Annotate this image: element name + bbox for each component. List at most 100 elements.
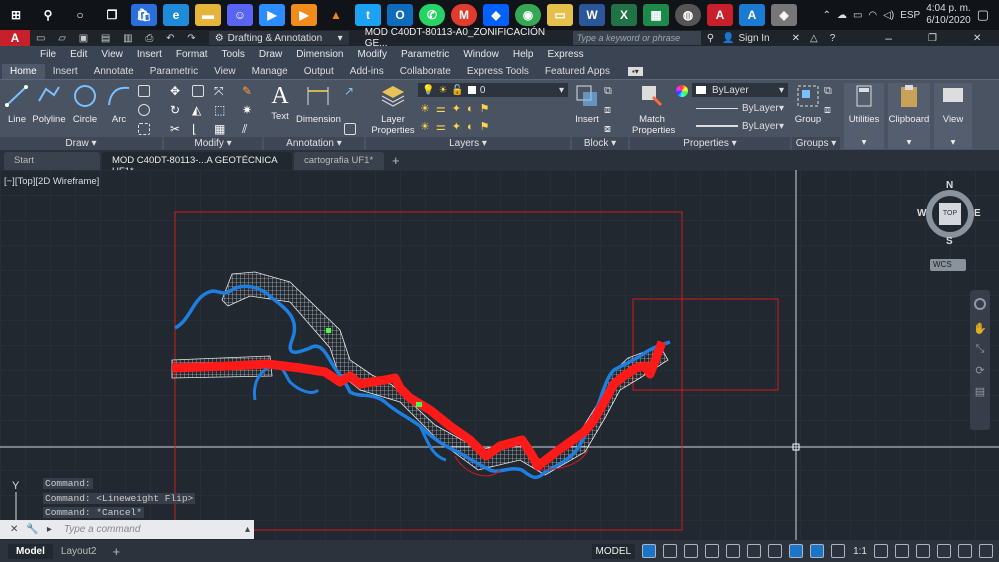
workspace-dropdown[interactable]: ⚙ Drafting & Annotation ▾ [208, 31, 349, 45]
dimension-button[interactable]: Dimension [296, 83, 341, 125]
properties-panel-label[interactable]: Properties ▾ [630, 137, 790, 150]
hatch-icon[interactable] [138, 104, 150, 116]
compass-west[interactable]: W [917, 208, 926, 219]
tab-insert[interactable]: Insert [45, 64, 86, 79]
ribbon-toggle-icon[interactable]: ▪▾ [627, 67, 643, 76]
tab-express-tools[interactable]: Express Tools [459, 64, 537, 79]
layer-properties-button[interactable]: Layer Properties [370, 83, 416, 136]
modify-panel-label[interactable]: Modify ▾ [164, 137, 262, 150]
offset-icon[interactable]: ⫽ [242, 123, 254, 135]
tab-cartografia[interactable]: cartografia UF1* [294, 152, 384, 170]
autoscale-icon[interactable] [831, 544, 846, 558]
ortho-icon[interactable] [684, 544, 699, 558]
folder-icon[interactable]: ▭ [547, 4, 573, 26]
customize-icon[interactable]: 🔧 [26, 524, 38, 535]
language-indicator[interactable]: ESP [900, 10, 920, 21]
dropbox-icon[interactable]: ◆ [483, 4, 509, 26]
clock[interactable]: 4:04 p. m. 6/10/2020 [926, 3, 971, 27]
lineweight-dropdown[interactable]: ByLayer ▾ [692, 119, 788, 133]
minimize-button[interactable]: – [885, 31, 892, 45]
stretch-icon[interactable]: ⤧ [214, 85, 226, 97]
fillet-icon[interactable]: ⌊ [192, 123, 204, 135]
viewport-controls-label[interactable]: [−][Top][2D Wireframe] [4, 176, 99, 187]
restore-button[interactable]: ❐ [928, 33, 937, 44]
annotation-panel-label[interactable]: Annotation ▾ [264, 137, 364, 150]
new-tab-button[interactable]: + [386, 152, 406, 170]
scale-icon[interactable]: ⬚ [214, 104, 226, 116]
twitter-icon[interactable]: t [355, 4, 381, 26]
rotate-icon[interactable]: ↻ [170, 104, 182, 116]
command-prompt-icon[interactable]: ▸ [47, 524, 52, 535]
compass-east[interactable]: E [974, 208, 981, 219]
menu-window[interactable]: Window [463, 49, 499, 60]
app-green-icon[interactable]: ▦ [643, 4, 669, 26]
mirror-icon[interactable]: ◭ [192, 104, 204, 116]
close-button[interactable]: ✕ [973, 33, 981, 44]
tab-manage[interactable]: Manage [244, 64, 296, 79]
keyword-search-input[interactable]: Type a keyword or phrase [577, 33, 680, 43]
task-view-icon[interactable]: ❐ [99, 4, 125, 26]
lineweight-icon[interactable] [789, 544, 804, 558]
store-icon[interactable]: 🛍 [131, 4, 157, 26]
snap-icon[interactable] [663, 544, 678, 558]
tab-start[interactable]: Start [4, 152, 100, 170]
annotation-scale[interactable]: 1:1 [853, 546, 867, 557]
circle-button[interactable]: Circle [70, 83, 100, 125]
hardware-acceleration-icon[interactable] [937, 544, 951, 558]
cortana-icon[interactable]: ○ [67, 4, 93, 26]
table-icon[interactable] [344, 123, 356, 135]
edge-icon[interactable]: e [163, 4, 189, 26]
trim-icon[interactable]: ✂ [170, 123, 182, 135]
wcs-dropdown[interactable]: WCS [930, 259, 966, 271]
globe-icon[interactable]: ◍ [675, 4, 701, 26]
volume-icon[interactable]: ◁) [883, 10, 894, 21]
isolate-objects-icon[interactable] [916, 544, 930, 558]
utilities-button[interactable]: Utilities ▾ [844, 83, 884, 149]
chevron-up-icon[interactable]: ▴ [245, 524, 250, 535]
arc-button[interactable]: Arc [104, 83, 134, 125]
block-attribute-icon[interactable]: ⧇ [604, 123, 616, 135]
menu-modify[interactable]: Modify [358, 49, 387, 60]
gradient-icon[interactable] [138, 123, 150, 135]
green-marker[interactable] [416, 402, 422, 407]
layer-tools-row-2[interactable]: ☀⚌✦◐⚑ [420, 120, 495, 133]
keyword-search-box[interactable]: Type a keyword or phrase [572, 31, 701, 45]
menu-parametric[interactable]: Parametric [401, 49, 449, 60]
workspace-gear-icon[interactable] [874, 544, 888, 558]
insert-block-button[interactable]: Insert [572, 83, 602, 125]
annotation-visibility-icon[interactable] [810, 544, 825, 558]
copy-icon[interactable] [192, 85, 204, 97]
add-layout-button[interactable]: + [104, 542, 128, 561]
menu-help[interactable]: Help [513, 49, 534, 60]
clean-screen-icon[interactable] [958, 544, 972, 558]
green-marker[interactable] [326, 328, 331, 333]
line-button[interactable]: Line [4, 83, 30, 125]
tab-addins[interactable]: Add-ins [342, 64, 392, 79]
whatsapp-icon[interactable]: ✆ [419, 4, 445, 26]
tab-parametric[interactable]: Parametric [142, 64, 206, 79]
grid-icon[interactable] [642, 544, 657, 558]
tab-view[interactable]: View [206, 64, 244, 79]
menu-insert[interactable]: Insert [137, 49, 162, 60]
menu-format[interactable]: Format [176, 49, 208, 60]
drawing-area[interactable] [0, 170, 999, 540]
cloud-icon[interactable]: ☁ [837, 10, 847, 21]
tab-model[interactable]: Model [8, 543, 53, 559]
array-icon[interactable]: ▦ [214, 123, 226, 135]
zoom-extents-icon[interactable]: ⤡ [970, 343, 990, 356]
clipboard-button[interactable]: Clipboard ▾ [888, 83, 930, 149]
chrome-icon[interactable]: ◉ [515, 4, 541, 26]
compass-south[interactable]: S [946, 236, 953, 247]
word-icon[interactable]: W [579, 4, 605, 26]
autocad-icon[interactable]: A [707, 4, 733, 26]
network-icon[interactable]: ▭ [853, 10, 862, 21]
autocad-lt-icon[interactable]: A [739, 4, 765, 26]
erase-icon[interactable]: ✎ [242, 85, 254, 97]
object-snap-tracking-icon[interactable] [747, 544, 762, 558]
menu-express[interactable]: Express [547, 49, 583, 60]
edit-block-icon[interactable]: ⧈ [604, 104, 616, 116]
orbit-icon[interactable]: ⟳ [970, 364, 990, 377]
showmotion-icon[interactable]: ▤ [970, 385, 990, 398]
rectangle-icon[interactable] [138, 85, 150, 97]
autocad-app-button[interactable]: A [0, 30, 30, 46]
